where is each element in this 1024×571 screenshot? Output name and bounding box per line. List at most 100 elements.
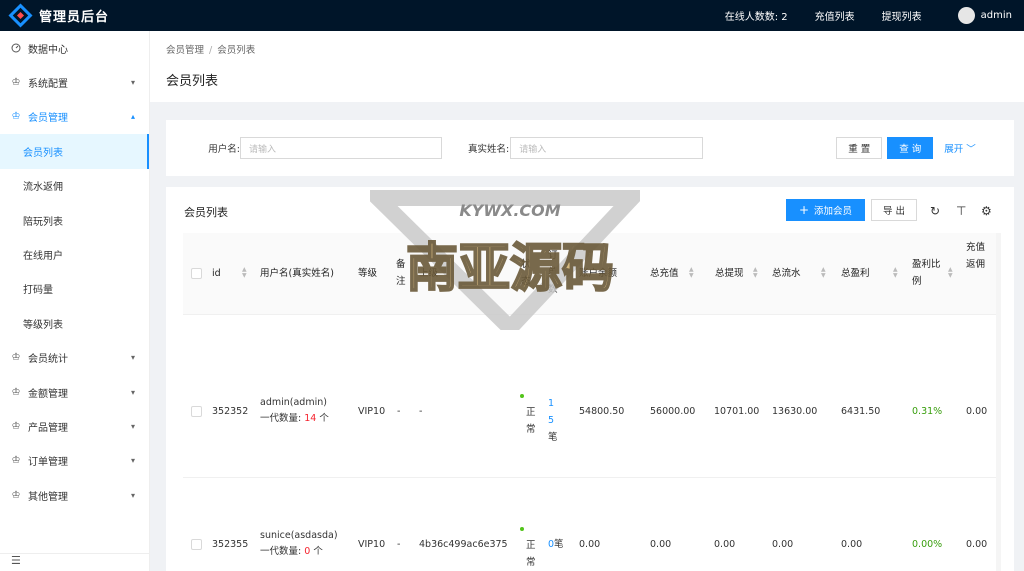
sidebar-item-product-management[interactable]: ♔ 产品管理 ▾ — [0, 409, 149, 443]
crown-icon: ♔ — [11, 386, 21, 398]
select-all-checkbox[interactable] — [191, 268, 202, 279]
col-total-withdraw[interactable]: 总提现 — [715, 265, 744, 282]
sidebar-item-amount-management[interactable]: ♔ 金额管理 ▾ — [0, 375, 149, 409]
cell-total-flow: 13630.00 — [772, 406, 818, 417]
chevron-down-icon: ▾ — [130, 353, 135, 363]
online-count: 在线人数数: 2 — [724, 12, 788, 23]
cell-orders[interactable]: 0笔 — [548, 536, 564, 553]
sidebar-item-label: 打码量 — [23, 285, 53, 297]
sidebar-item-label: 陪玩列表 — [23, 216, 63, 228]
realname-label: 真实姓名: — [468, 144, 510, 155]
sidebar-item-online-users[interactable]: 在线用户 — [0, 237, 149, 271]
query-button[interactable]: 查 询 — [887, 137, 934, 159]
chevron-down-icon: ▾ — [130, 78, 135, 88]
sidebar-item-order-management[interactable]: ♔ 订单管理 ▾ — [0, 444, 149, 478]
crown-icon: ♔ — [11, 352, 21, 364]
add-member-button[interactable]: + 添加会员 — [786, 199, 865, 221]
col-orders: 订单数 — [548, 250, 558, 295]
status-dot — [520, 527, 524, 531]
reset-button[interactable]: 重 置 — [836, 137, 883, 159]
col-profit-ratio[interactable]: 盈利比例 — [912, 256, 948, 290]
sidebar-item-label: 产品管理 — [28, 422, 68, 434]
breadcrumb: 会员管理 / 会员列表 — [166, 45, 256, 56]
sidebar-item-label: 数据中心 — [28, 44, 68, 56]
chevron-down-icon: ▾ — [130, 387, 135, 397]
sidebar-item-label: 会员管理 — [28, 113, 68, 125]
sidebar-item-other-management[interactable]: ♔ 其他管理 ▾ — [0, 478, 149, 512]
sidebar-item-member-management[interactable]: ♔ 会员管理 ▴ — [0, 100, 149, 134]
refresh-icon[interactable]: ↻ — [930, 204, 940, 218]
page-title: 会员列表 — [166, 74, 219, 89]
cell-total-profit: 0.00 — [841, 539, 863, 550]
settings-icon[interactable]: ⚙ — [981, 204, 992, 218]
logo-icon — [8, 3, 33, 28]
user-menu[interactable]: admin — [957, 7, 1012, 24]
menu-collapse-icon[interactable]: ☰ — [0, 553, 149, 571]
sort-icon[interactable]: ▲ ▼ — [821, 267, 826, 279]
app-title: 管理员后台 — [39, 10, 110, 25]
col-total-recharge[interactable]: 总充值 — [650, 265, 679, 282]
sidebar-item-bet-volume[interactable]: 打码量 — [0, 272, 149, 306]
sidebar-item-member-list[interactable]: 会员列表 — [0, 134, 149, 169]
row-divider — [183, 477, 996, 478]
chevron-down-icon: ﹀ — [966, 144, 976, 155]
cell-level: VIP10 — [358, 539, 386, 550]
sidebar-item-flow-rebate[interactable]: 流水返佣 — [0, 169, 149, 203]
col-balance: 账户余额 — [579, 268, 618, 279]
sort-icon[interactable]: ▲ ▼ — [948, 267, 953, 279]
cell-sub-count: 一代数量: 14 个 — [260, 413, 329, 424]
row-checkbox[interactable] — [191, 539, 202, 550]
crown-icon: ♔ — [11, 455, 21, 467]
density-icon[interactable]: ⊤ — [956, 204, 966, 218]
cell-recharge-rebate: 0.00 — [966, 406, 988, 417]
col-status: 状态 — [521, 259, 531, 287]
expand-link[interactable]: 展开 ﹀ — [944, 141, 976, 155]
export-button[interactable]: 导 出 — [871, 199, 917, 221]
cell-total-withdraw: 10701.00 — [714, 406, 760, 417]
sidebar-item-system-config[interactable]: ♔ 系统配置 ▾ — [0, 65, 149, 99]
cell-total-withdraw: 0.00 — [714, 539, 736, 550]
sidebar-item-label: 金额管理 — [28, 388, 68, 400]
sort-icon[interactable]: ▲ ▼ — [689, 267, 694, 279]
table-title: 会员列表 — [184, 206, 228, 219]
cell-id: 352352 — [212, 406, 249, 417]
recharge-list-link[interactable]: 充值列表 — [815, 8, 855, 23]
breadcrumb-current: 会员列表 — [217, 45, 256, 56]
crown-icon: ♔ — [11, 489, 21, 501]
sort-icon[interactable]: ▲ ▼ — [753, 267, 758, 279]
cell-recharge-rebate: 0.00 — [966, 539, 988, 550]
realname-input[interactable]: 请输入 — [510, 137, 704, 159]
status-dot — [520, 394, 524, 398]
table-scrollbar[interactable] — [996, 233, 1001, 571]
plus-icon: + — [798, 203, 810, 217]
sidebar-item-member-stats[interactable]: ♔ 会员统计 ▾ — [0, 341, 149, 375]
sort-icon[interactable]: ▲ ▼ — [893, 267, 898, 279]
member-table-card: 会员列表 + 添加会员 导 出 ↻ ⊤ ⚙ id ▲ ▼ 用户名(真实姓名) 等级 … — [166, 187, 1014, 571]
chevron-down-icon: ▾ — [130, 456, 135, 466]
sidebar-item-companion-list[interactable]: 陪玩列表 — [0, 203, 149, 237]
col-total-flow[interactable]: 总流水 — [772, 265, 801, 282]
top-header: 管理员后台 在线人数数: 2 充值列表 提现列表 admin — [0, 0, 1024, 31]
chevron-down-icon: ▾ — [130, 421, 135, 431]
breadcrumb-parent[interactable]: 会员管理 — [166, 45, 204, 56]
username-input[interactable]: 请输入 — [240, 137, 442, 159]
logo[interactable]: 管理员后台 — [0, 3, 150, 28]
sidebar-item-label: 会员列表 — [23, 147, 63, 159]
withdraw-list-link[interactable]: 提现列表 — [882, 8, 922, 23]
sidebar-item-label: 在线用户 — [23, 251, 63, 263]
sidebar-item-label: 其他管理 — [28, 491, 68, 503]
cell-profit-ratio: 0.31% — [912, 406, 943, 417]
sidebar-item-label: 会员统计 — [28, 354, 68, 366]
cell-orders[interactable]: 15笔 — [548, 395, 560, 446]
col-id[interactable]: id — [212, 265, 221, 282]
chevron-down-icon: ▾ — [130, 490, 135, 500]
sidebar-item-data-center[interactable]: 数据中心 — [0, 31, 149, 65]
col-total-profit[interactable]: 总盈利 — [841, 265, 870, 282]
cell-level: VIP10 — [358, 406, 386, 417]
row-checkbox[interactable] — [191, 406, 202, 417]
sidebar-item-level-list[interactable]: 等级列表 — [0, 306, 149, 340]
sort-icon[interactable]: ▲ ▼ — [242, 267, 247, 279]
cell-balance: 0.00 — [579, 539, 601, 550]
cell-username: admin(admin) — [260, 397, 327, 408]
col-level: 等级 — [358, 268, 378, 279]
